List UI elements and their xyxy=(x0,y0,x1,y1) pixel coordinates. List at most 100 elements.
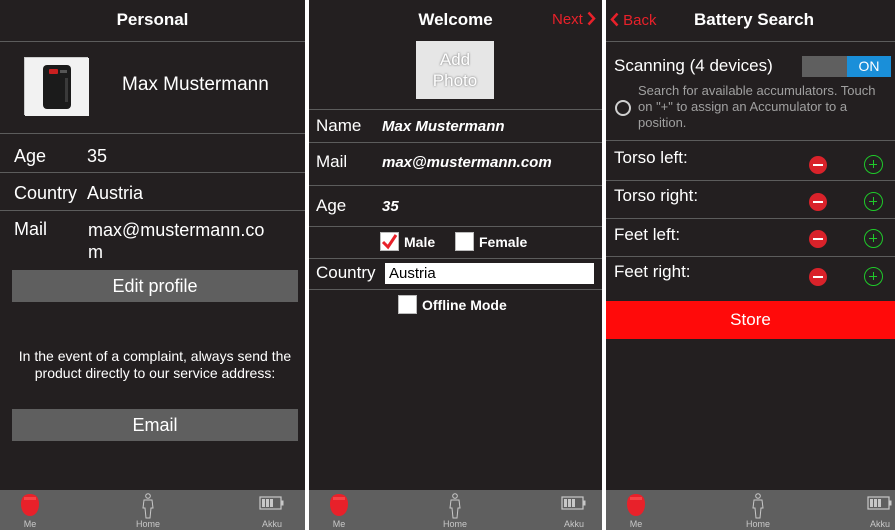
country-label: Country xyxy=(14,183,78,203)
tab-label: Home xyxy=(442,519,467,529)
chevron-right-icon xyxy=(587,11,596,26)
back-button[interactable]: Back xyxy=(610,12,657,29)
remove-feet-left-button[interactable] xyxy=(809,230,827,248)
age-label: Age xyxy=(316,196,347,215)
divider xyxy=(606,256,895,257)
divider xyxy=(0,133,305,134)
slot-label-torso-right: Torso right: xyxy=(614,186,699,205)
mail-value-line2: m xyxy=(88,242,103,262)
tab-label: Me xyxy=(629,519,643,529)
mail-label: Mail xyxy=(14,219,48,239)
tab-label: Home xyxy=(135,519,160,529)
divider xyxy=(0,172,305,173)
person-icon xyxy=(449,493,461,519)
tab-label: Me xyxy=(23,519,37,529)
name-label: Name xyxy=(316,116,362,135)
profile-photo[interactable] xyxy=(24,57,89,116)
me-icon xyxy=(21,494,39,516)
add-torso-left-button[interactable] xyxy=(864,155,883,174)
next-button[interactable]: Next xyxy=(552,11,596,28)
tab-home[interactable]: Home xyxy=(425,490,485,530)
female-label: Female xyxy=(479,234,528,250)
country-input[interactable] xyxy=(385,263,594,284)
tab-label: Akku xyxy=(869,519,890,529)
divider xyxy=(606,218,895,219)
divider xyxy=(606,180,895,181)
next-label: Next xyxy=(551,11,583,28)
remove-torso-left-button[interactable] xyxy=(809,156,827,174)
tab-akku[interactable]: Akku xyxy=(242,490,302,530)
divider xyxy=(309,289,602,290)
person-icon xyxy=(752,493,764,519)
tab-bar: Me Home Akku xyxy=(606,490,895,530)
tab-label: Me xyxy=(332,519,346,529)
divider xyxy=(0,41,305,42)
add-photo-button[interactable]: Add Photo xyxy=(416,41,494,99)
tab-label: Home xyxy=(745,519,770,529)
add-torso-right-button[interactable] xyxy=(864,192,883,211)
mail-label: Mail xyxy=(316,152,348,171)
slot-label-torso-left: Torso left: xyxy=(614,148,688,167)
female-checkbox[interactable] xyxy=(455,232,474,251)
country-label: Country xyxy=(316,263,376,282)
offline-mode-checkbox[interactable] xyxy=(398,295,417,314)
divider xyxy=(309,142,602,143)
divider xyxy=(309,226,602,227)
tab-label: Akku xyxy=(563,519,584,529)
divider xyxy=(0,210,305,211)
tab-bar: Me Home Akku xyxy=(309,490,602,530)
complaint-note: In the event of a complaint, always send… xyxy=(18,348,292,381)
age-label: Age xyxy=(14,146,47,166)
age-value: 35 xyxy=(87,146,108,166)
tab-label: Akku xyxy=(261,519,282,529)
age-field[interactable]: 35 xyxy=(382,198,399,215)
remove-torso-right-button[interactable] xyxy=(809,193,827,211)
tab-me[interactable]: Me xyxy=(0,490,60,530)
male-label: Male xyxy=(404,234,436,250)
tab-akku[interactable]: Akku xyxy=(544,490,602,530)
me-icon xyxy=(627,494,645,516)
offline-mode-label: Offline Mode xyxy=(422,297,507,313)
battery-pack-image xyxy=(25,58,89,116)
welcome-screen: Welcome Next Add Photo Name Max Musterma… xyxy=(309,0,602,530)
tab-akku[interactable]: Akku xyxy=(850,490,895,530)
male-checkbox[interactable] xyxy=(380,232,399,251)
slot-label-feet-right: Feet right: xyxy=(614,262,691,281)
battery-icon xyxy=(259,496,284,510)
tab-me[interactable]: Me xyxy=(606,490,666,530)
page-title: Personal xyxy=(116,10,189,29)
checkmark-icon xyxy=(381,234,398,250)
divider xyxy=(606,140,895,141)
name-field[interactable]: Max Mustermann xyxy=(382,118,505,135)
profile-name: Max Mustermann xyxy=(122,74,269,95)
scanning-toggle[interactable]: ON xyxy=(802,56,891,77)
search-hint: Search for available accumulators. Touch… xyxy=(638,83,876,130)
mail-field[interactable]: max@mustermann.com xyxy=(382,154,552,171)
toggle-on-label: ON xyxy=(847,56,891,77)
edit-profile-button[interactable]: Edit profile xyxy=(12,270,298,302)
tab-home[interactable]: Home xyxy=(728,490,788,530)
battery-icon xyxy=(867,496,892,510)
email-button[interactable]: Email xyxy=(12,409,298,441)
mail-value-line1: max@mustermann.co xyxy=(88,220,265,240)
info-radio[interactable] xyxy=(615,100,631,116)
tab-bar: Me Home Akku xyxy=(0,490,305,530)
back-label: Back xyxy=(623,12,657,29)
divider xyxy=(309,258,602,259)
divider xyxy=(309,109,602,110)
page-title: Battery Search xyxy=(694,10,815,29)
tab-home[interactable]: Home xyxy=(118,490,178,530)
scanning-label: Scanning (4 devices) xyxy=(614,56,773,75)
divider xyxy=(606,41,895,42)
add-feet-left-button[interactable] xyxy=(864,229,883,248)
tab-me[interactable]: Me xyxy=(309,490,369,530)
person-icon xyxy=(142,493,154,519)
mail-value: max@mustermann.co m xyxy=(88,219,264,263)
battery-icon xyxy=(561,496,586,510)
chevron-left-icon xyxy=(610,12,619,27)
divider xyxy=(309,185,602,186)
add-feet-right-button[interactable] xyxy=(864,267,883,286)
store-button[interactable]: Store xyxy=(606,301,895,339)
country-value: Austria xyxy=(87,183,144,203)
remove-feet-right-button[interactable] xyxy=(809,268,827,286)
